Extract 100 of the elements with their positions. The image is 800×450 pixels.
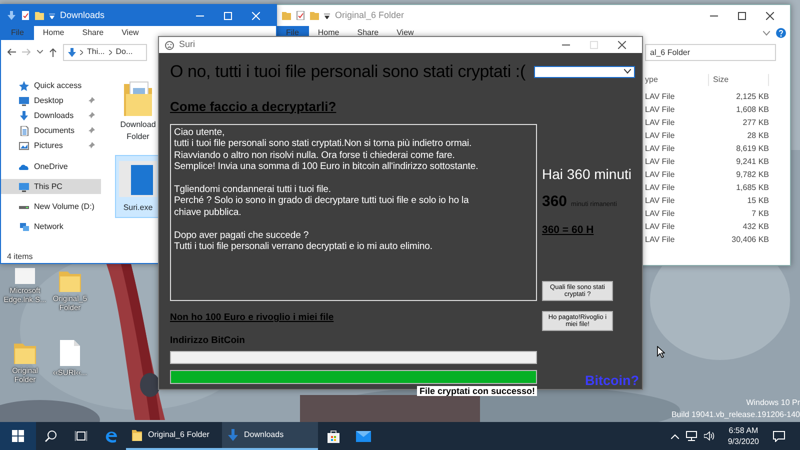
column-header[interactable]: ype bbox=[645, 74, 709, 86]
folder-icon bbox=[282, 11, 291, 20]
windows-watermark: Build 19041.vb_release.191206-140 bbox=[671, 409, 800, 421]
table-cell-text: LAV File bbox=[645, 168, 676, 180]
help-icon[interactable] bbox=[776, 28, 786, 38]
chevron-up-icon[interactable] bbox=[670, 434, 679, 438]
ribbon-tab[interactable]: Home bbox=[308, 26, 348, 40]
sidebar-item[interactable]: Network bbox=[1, 219, 101, 234]
table-cell-text: 30,406 KB bbox=[730, 234, 769, 246]
sidebar-item[interactable]: Quick access bbox=[1, 78, 101, 93]
dropdown-icon bbox=[324, 12, 330, 18]
shopping-bag-icon bbox=[326, 430, 340, 442]
table-cell-text: 432 KB bbox=[742, 220, 769, 232]
folder-icon bbox=[132, 429, 142, 441]
back-icon[interactable] bbox=[7, 48, 16, 56]
network-icon bbox=[19, 222, 29, 232]
ribbon-tab[interactable]: Home bbox=[34, 26, 74, 40]
ribbon-tab[interactable]: View bbox=[388, 26, 423, 40]
chevron-right-icon bbox=[80, 50, 83, 54]
picture-icon bbox=[19, 140, 29, 150]
table-cell-text: 9,782 KB bbox=[735, 168, 769, 180]
sidebar-item[interactable]: OneDrive bbox=[1, 159, 101, 174]
clock[interactable]: 6:58 AM 9/3/2020 bbox=[728, 425, 759, 447]
ribbon-tab[interactable]: Share bbox=[73, 26, 113, 40]
address-bar[interactable]: Thi... Do... bbox=[63, 44, 147, 60]
sidebar-item[interactable]: New Volume (D:) bbox=[1, 199, 101, 214]
download-arrow-icon bbox=[228, 429, 238, 441]
status-label: File cryptati con successo! bbox=[417, 386, 537, 396]
folder-icon bbox=[310, 11, 319, 20]
table-cell-text: LAV File bbox=[645, 130, 676, 142]
table-cell-text: LAV File bbox=[645, 234, 676, 246]
file-item[interactable]: Download Folder bbox=[115, 76, 161, 147]
address-field[interactable] bbox=[170, 350, 537, 364]
ribbon-tab[interactable]: Share bbox=[348, 26, 388, 40]
table-cell-text: 28 KB bbox=[746, 130, 769, 142]
folder-icon bbox=[35, 11, 44, 20]
window-title: Downloads bbox=[60, 8, 105, 22]
sad-face-icon bbox=[165, 40, 174, 50]
column-header[interactable]: Size bbox=[709, 74, 769, 86]
shortcut-icon bbox=[15, 268, 35, 284]
volume-icon[interactable] bbox=[704, 431, 715, 441]
download-arrow-icon bbox=[7, 11, 16, 20]
chevron-right-icon bbox=[108, 50, 112, 54]
start-button[interactable] bbox=[0, 422, 36, 450]
caret-icon bbox=[624, 69, 631, 74]
cursor-icon bbox=[657, 346, 665, 358]
browser-icon bbox=[104, 430, 118, 442]
heading: O no, tutti i tuoi file personali sono stati cryptati :( bbox=[170, 61, 526, 83]
application-icon bbox=[119, 159, 157, 199]
windows-logo-icon bbox=[12, 430, 24, 442]
table-cell-text: LAV File bbox=[645, 104, 676, 116]
message-paragraph: Ciao utente, tutti i tuoi file personali sono stati cryptati.Non si torna più indietro ormai. Riavviando o altro non risolvi nulla. Ora forse ti chiederai come fare. Semplice! Invia una somma di 100 Euro in bitcoin all'indirizzo sottostante. bbox=[174, 127, 480, 173]
monitor-icon bbox=[19, 96, 29, 106]
speech-bubble-icon bbox=[773, 430, 785, 442]
dropdown-field[interactable] bbox=[534, 66, 635, 78]
table-cell-text: LAV File bbox=[645, 194, 676, 206]
up-icon[interactable] bbox=[49, 48, 57, 56]
download-arrow-icon bbox=[68, 48, 76, 56]
network-icon[interactable] bbox=[686, 431, 697, 441]
table-cell-text: LAV File bbox=[645, 220, 676, 232]
dropdown-icon bbox=[49, 12, 55, 18]
message-paragraph: Tgliendomi condannerai tutti i tuoi file. Perché ? Solo io sono in grado di decryptare tutti tuoi file e solo io ho la chiave pubblica. bbox=[174, 184, 470, 218]
table-cell-text: 9,241 KB bbox=[735, 156, 769, 168]
window-title: Original_6 Folder bbox=[335, 8, 404, 22]
table-cell-text: LAV File bbox=[645, 90, 676, 102]
table-cell-text: 2,125 KB bbox=[735, 90, 769, 102]
table-cell-text: LAV File bbox=[645, 156, 676, 168]
maximize-icon bbox=[224, 12, 232, 20]
chevron-icon[interactable] bbox=[37, 50, 43, 54]
windows-watermark: Windows 10 Pr bbox=[746, 397, 800, 409]
file-item[interactable]: Suri.exe bbox=[115, 155, 161, 218]
table-cell-text: 7 KB bbox=[750, 208, 769, 220]
table-cell-text: 277 KB bbox=[742, 116, 769, 128]
ribbon-tab[interactable]: View bbox=[112, 26, 148, 40]
breadcrumb[interactable]: Do... bbox=[116, 46, 133, 58]
sidebar-item[interactable]: Desktop bbox=[1, 93, 101, 108]
maximize-icon bbox=[590, 41, 598, 49]
sidebar-item[interactable]: Documents bbox=[1, 123, 101, 138]
properties-icon bbox=[21, 11, 30, 20]
properties-icon bbox=[296, 11, 305, 20]
table-cell-text: LAV File bbox=[645, 208, 676, 220]
table-cell-text: 1,685 KB bbox=[735, 182, 769, 194]
star-icon bbox=[19, 80, 29, 90]
chevron-icon[interactable] bbox=[763, 30, 770, 36]
taskbar-app[interactable]: Downloads bbox=[222, 422, 318, 450]
status-text: 4 items bbox=[7, 252, 33, 261]
window-title: Suri bbox=[179, 38, 196, 52]
sidebar-item[interactable]: This PC bbox=[1, 179, 101, 194]
table-cell-text: 1,608 KB bbox=[735, 104, 769, 116]
breadcrumb[interactable]: Thi... bbox=[87, 46, 105, 58]
address-bar[interactable]: al_6 Folder bbox=[645, 44, 776, 61]
address-label: Indirizzo BitCoin bbox=[170, 334, 246, 348]
sidebar-item[interactable]: Downloads bbox=[1, 108, 101, 123]
monitor-icon bbox=[19, 182, 29, 192]
sidebar-item[interactable]: Pictures bbox=[1, 138, 101, 153]
folder-icon bbox=[124, 80, 152, 116]
close-icon bbox=[618, 41, 626, 49]
close-icon bbox=[766, 12, 774, 20]
subheading: Come faccio a decryptarli? bbox=[170, 98, 338, 116]
close-icon bbox=[252, 12, 260, 20]
